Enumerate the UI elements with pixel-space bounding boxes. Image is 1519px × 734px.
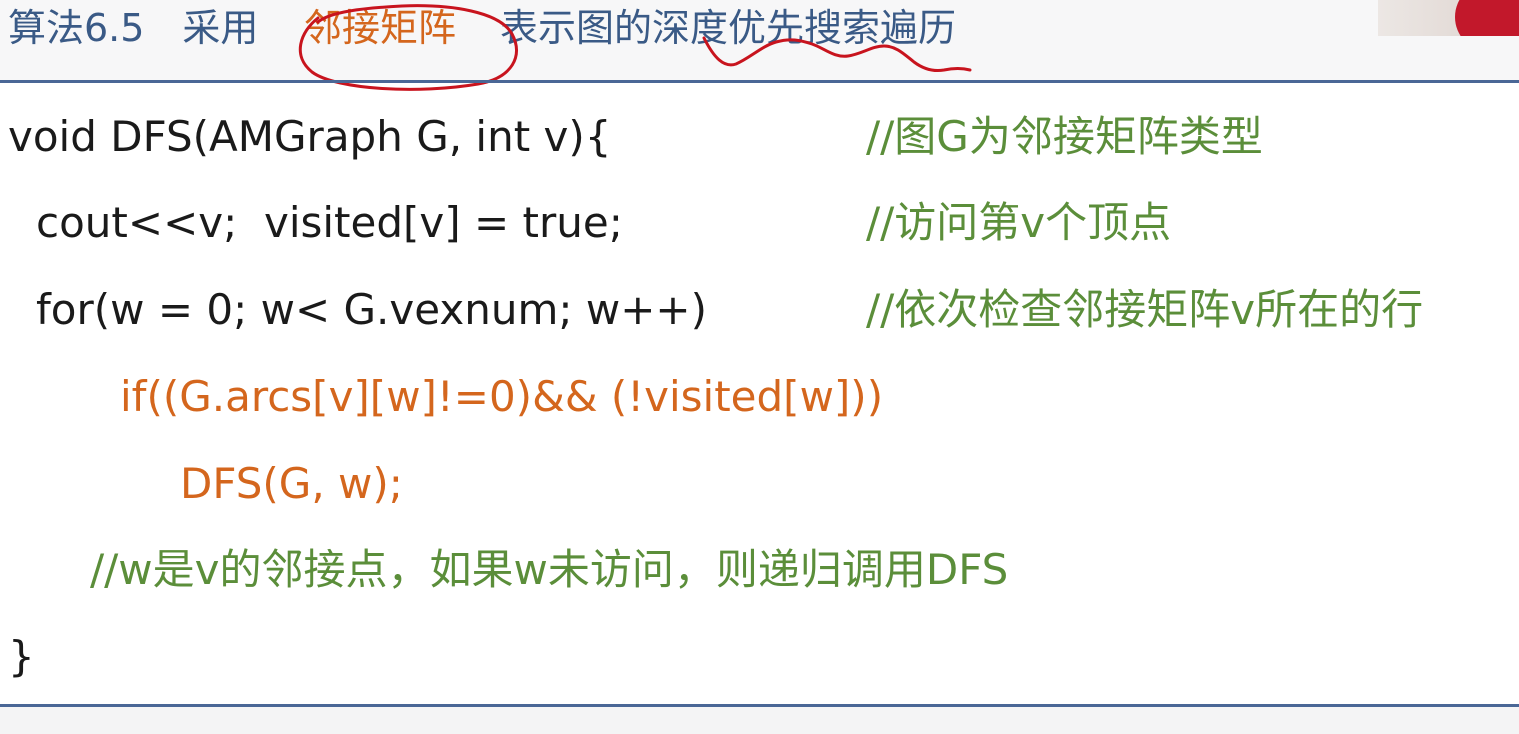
comment-line-1: //图G为邻接矩阵类型 xyxy=(866,112,1263,161)
code-line-1: void DFS(AMGraph G, int v){ xyxy=(8,112,612,161)
bottom-band xyxy=(0,707,1519,734)
title-highlight: 邻接矩阵 xyxy=(304,6,457,50)
code-line-2: cout<<v; visited[v] = true; xyxy=(36,198,623,247)
comment-line-6: //w是v的邻接点，如果w未访问，则递归调用DFS xyxy=(90,545,1009,594)
comment-line-2: //访问第v个顶点 xyxy=(866,198,1172,247)
presenter-video-thumbnail xyxy=(1378,0,1519,36)
slide-title: 算法6.5 采用 邻接矩阵 表示图的深度优先搜索遍历 xyxy=(0,0,1519,74)
title-prefix: 算法6.5 采用 xyxy=(8,6,259,50)
code-line-7: } xyxy=(8,632,35,681)
code-line-4: if((G.arcs[v][w]!=0)&& (!visited[w])) xyxy=(120,372,884,421)
title-suffix: 表示图的深度优先搜索遍历 xyxy=(500,6,957,50)
title-band: 算法6.5 采用 邻接矩阵 表示图的深度优先搜索遍历 xyxy=(0,0,1519,80)
presenter-clothing-shape xyxy=(1455,0,1519,36)
comment-line-3: //依次检查邻接矩阵v所在的行 xyxy=(866,285,1424,334)
code-line-3: for(w = 0; w< G.vexnum; w++) xyxy=(36,285,707,334)
code-line-5: DFS(G, w); xyxy=(180,459,403,508)
top-divider xyxy=(0,80,1519,83)
